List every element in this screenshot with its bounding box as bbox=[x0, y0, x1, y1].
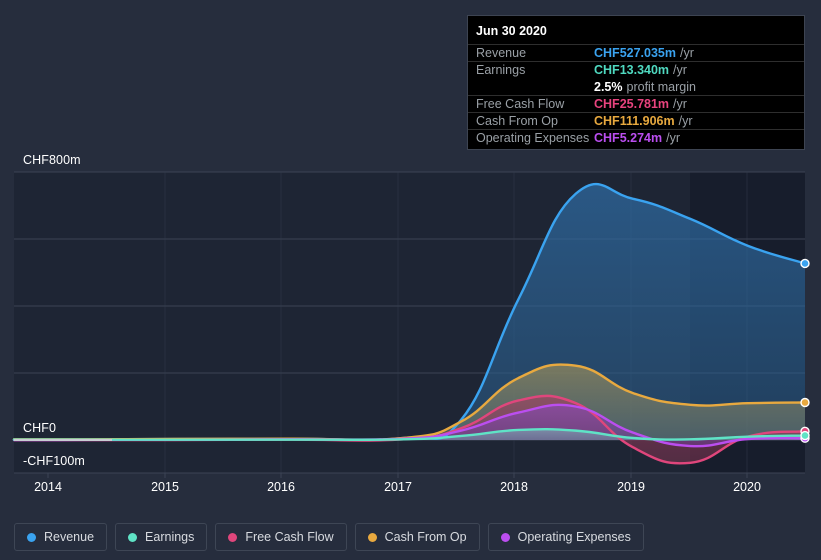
tooltip-date: Jun 30 2020 bbox=[476, 24, 547, 38]
legend-color-dot-icon bbox=[27, 532, 36, 542]
legend-item-label: Operating Expenses bbox=[517, 530, 631, 544]
legend-color-dot-icon bbox=[228, 532, 238, 542]
tooltip-row-suffix: profit margin bbox=[626, 79, 696, 94]
tooltip-row: Revenue CHF527.035m/yr bbox=[468, 44, 804, 61]
chart-page: CHF800m CHF0 -CHF100m 2014 2015 2016 201… bbox=[0, 0, 821, 560]
legend-color-dot-icon bbox=[128, 532, 138, 542]
tooltip-row-label: Free Cash Flow bbox=[476, 97, 565, 111]
x-axis-label-2018: 2018 bbox=[500, 480, 528, 494]
endpoint-marker-earnings[interactable] bbox=[800, 430, 810, 441]
tooltip-row-suffix: /yr bbox=[680, 46, 694, 60]
legend-color-dot-icon bbox=[500, 532, 510, 542]
tooltip-row-suffix: /yr bbox=[673, 63, 687, 77]
legend-item-cash-from-op[interactable]: Cash From Op bbox=[354, 523, 480, 551]
tooltip-rows: Revenue CHF527.035m/yr Earnings CHF13.340m /… bbox=[468, 44, 804, 146]
tooltip-row-value: CHF5.274m bbox=[594, 131, 663, 145]
legend-item-earnings[interactable]: Earnings bbox=[115, 523, 208, 551]
tooltip-row: Cash From Op CHF111.906m/yr bbox=[468, 112, 804, 129]
tooltip-row-suffix: /yr bbox=[673, 97, 687, 111]
tooltip-row-value: CHF13.340m bbox=[594, 63, 670, 77]
x-axis-label-2019: 2019 bbox=[617, 480, 645, 494]
chart-legend[interactable]: Revenue Earnings Free Cash Flow Cash From O… bbox=[14, 523, 644, 551]
tooltip-row-value: CHF527.035m bbox=[594, 46, 676, 60]
x-axis-label-2017: 2017 bbox=[384, 480, 412, 494]
x-axis-label-2015: 2015 bbox=[151, 480, 179, 494]
chart-tooltip: Jun 30 2020 Revenue CHF527.035m/yr Earning… bbox=[467, 15, 805, 150]
tooltip-row-suffix: /yr bbox=[666, 131, 680, 145]
tooltip-row-value: CHF111.906m bbox=[594, 114, 675, 128]
tooltip-row: Earnings CHF13.340m/yr bbox=[468, 61, 804, 78]
legend-item-label: Cash From Op bbox=[384, 530, 467, 544]
legend-item-label: Revenue bbox=[44, 530, 95, 544]
tooltip-row-suffix: /yr bbox=[678, 114, 693, 128]
legend-color-dot-icon bbox=[367, 532, 377, 542]
x-axis-label-2020: 2020 bbox=[733, 480, 761, 494]
tooltip-row-value: CHF25.781m bbox=[594, 97, 670, 111]
tooltip-row-label: Earnings bbox=[476, 63, 526, 77]
x-axis-label-2016: 2016 bbox=[267, 480, 295, 494]
legend-item-free-cash-flow[interactable]: Free Cash Flow bbox=[215, 523, 347, 551]
legend-item-label: Earnings bbox=[145, 530, 195, 544]
legend-item-label: Free Cash Flow bbox=[245, 530, 334, 544]
endpoint-marker-revenue[interactable] bbox=[800, 258, 810, 269]
endpoint-marker-cash-from-op[interactable] bbox=[800, 397, 810, 408]
tooltip-row: 2.5% profit margin bbox=[468, 78, 804, 95]
tooltip-row: Free Cash Flow CHF25.781m/yr bbox=[468, 95, 804, 112]
tooltip-row-label: Cash From Op bbox=[476, 114, 558, 128]
legend-item-operating-expenses[interactable]: Operating Expenses bbox=[487, 523, 644, 551]
tooltip-row-label: Revenue bbox=[476, 46, 527, 60]
y-axis-label-zero: CHF0 bbox=[23, 421, 57, 435]
y-axis-label-top: CHF800m bbox=[23, 153, 81, 167]
tooltip-row-label: Operating Expenses bbox=[476, 131, 590, 145]
tooltip-row-value: 2.5% bbox=[594, 79, 623, 94]
y-axis-label-bottom: -CHF100m bbox=[23, 454, 85, 468]
legend-item-revenue[interactable]: Revenue bbox=[14, 523, 108, 551]
x-axis-label-2014: 2014 bbox=[34, 480, 62, 494]
tooltip-row: Operating Expenses CHF5.274m/yr bbox=[468, 129, 804, 146]
